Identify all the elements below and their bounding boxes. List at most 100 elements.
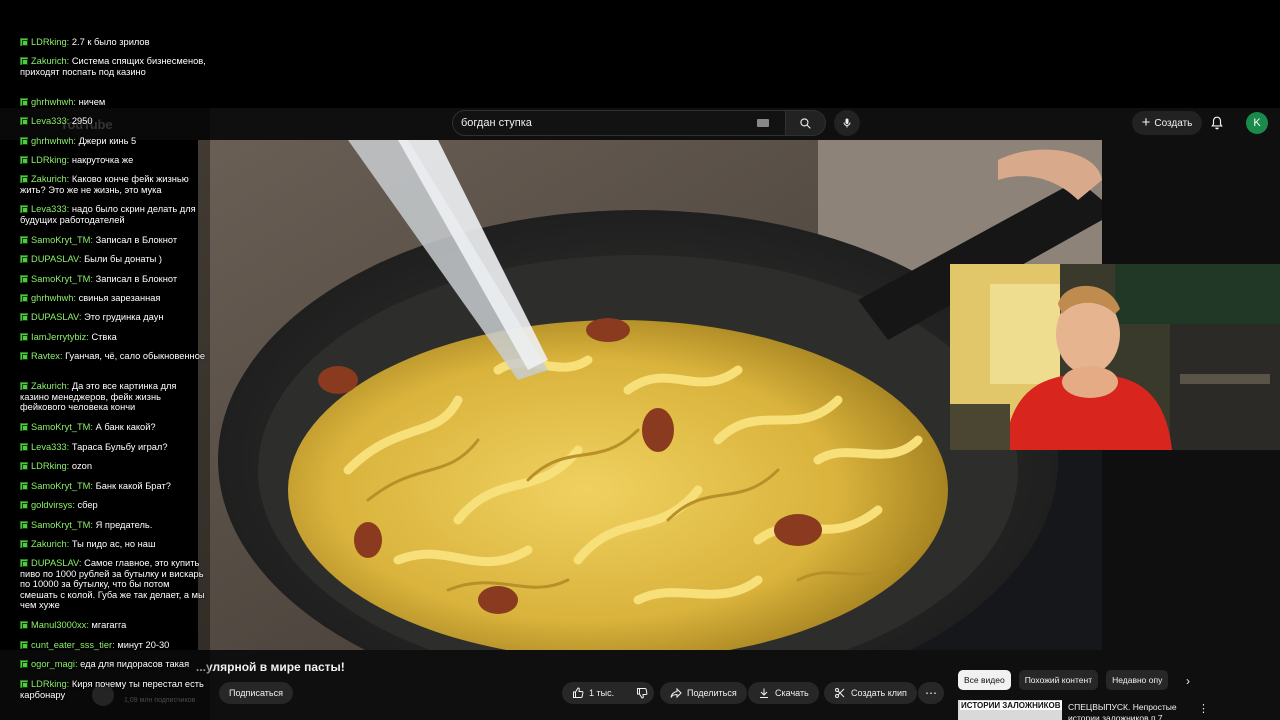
chat-text: А банк какой?: [95, 422, 156, 432]
chat-username[interactable]: SamoKryt_TM: [31, 235, 90, 245]
chat-text: ozon: [71, 461, 92, 471]
subscriber-badge-icon: [20, 137, 28, 145]
chat-username[interactable]: LDRking: [31, 461, 67, 471]
account-avatar[interactable]: K: [1246, 112, 1268, 134]
chat-username[interactable]: ghrhwhwh: [31, 136, 73, 146]
chat-message: SamoKryt_TM: Записал в Блокнот: [20, 235, 206, 246]
chat-message: SamoKryt_TM: Я предатель.: [20, 520, 206, 531]
chat-username[interactable]: goldvirsys: [31, 500, 72, 510]
chat-message: Zakurich: Ты пидо ас, но наш: [20, 539, 206, 550]
share-button[interactable]: Поделиться: [660, 682, 747, 704]
chat-text: Ты пидо ас, но наш: [71, 539, 156, 549]
chat-username[interactable]: Leva333: [31, 204, 67, 214]
chat-message: Zakurich: Система спящих бизнесменов, пр…: [20, 56, 206, 77]
search-button[interactable]: [786, 110, 826, 136]
subscribe-button[interactable]: Подписаться: [219, 682, 293, 704]
subscriber-badge-icon: [20, 501, 28, 509]
subscriber-badge-icon: [20, 236, 28, 244]
chip-related[interactable]: Похожий контент: [1018, 670, 1099, 690]
download-button[interactable]: Скачать: [748, 682, 819, 704]
chat-username[interactable]: ogor_magi: [31, 659, 75, 669]
scissors-icon: [835, 688, 845, 698]
subscriber-badge-icon: [20, 205, 28, 213]
chat-text: Были бы донаты ): [84, 254, 162, 264]
chat-message: Manul3000xx: мгагагга: [20, 620, 206, 631]
chip-all-videos[interactable]: Все видео: [958, 670, 1011, 690]
dislike-icon[interactable]: [636, 687, 648, 699]
chat-message: SamoKryt_TM: Записал в Блокнот: [20, 274, 206, 285]
chat-message: DUPASLAV: Были бы донаты ): [20, 254, 206, 265]
like-icon[interactable]: [572, 687, 584, 699]
subscriber-badge-icon: [20, 255, 28, 263]
notifications-icon[interactable]: [1210, 115, 1224, 131]
search-input[interactable]: богдан ступка: [452, 110, 786, 136]
chat-message: LDRking: Киря почему ты перестал есть ка…: [20, 679, 206, 700]
chat-username[interactable]: LDRking: [31, 37, 67, 47]
clip-button[interactable]: Создать клип: [824, 682, 917, 704]
subscriber-badge-icon: [20, 275, 28, 283]
subscriber-badge-icon: [20, 382, 28, 390]
chat-username[interactable]: LDRking: [31, 155, 67, 165]
recommendation-menu-icon[interactable]: ⋮: [1198, 702, 1209, 715]
chat-message: Ravtex: Гуанчая, чё, сало обыкновенное: [20, 351, 206, 362]
chat-username[interactable]: ghrhwhwh: [31, 293, 73, 303]
chat-username[interactable]: Zakurich: [31, 174, 67, 184]
chat-username[interactable]: Ravtex: [31, 351, 60, 361]
chat-text: Банк какой Брат?: [95, 481, 171, 491]
subscriber-badge-icon: [20, 462, 28, 470]
chat-message: DUPASLAV: Это грудинка даун: [20, 312, 206, 323]
chat-username[interactable]: IamJerrytybiz: [31, 332, 86, 342]
chat-message: ghrhwhwh: свинья зарезанная: [20, 293, 206, 304]
subscriber-badge-icon: [20, 540, 28, 548]
chat-username[interactable]: Leva333: [31, 116, 67, 126]
chat-username[interactable]: Manul3000xx: [31, 620, 86, 630]
chat-username[interactable]: DUPASLAV: [31, 312, 79, 322]
keyboard-icon[interactable]: [757, 119, 769, 127]
create-label: Создать: [1154, 117, 1193, 129]
chat-username[interactable]: SamoKryt_TM: [31, 274, 90, 284]
recommendation-title[interactable]: СПЕЦВЫПУСК. Непростые истории заложников…: [1068, 702, 1192, 720]
chat-text: Записал в Блокнот: [95, 235, 178, 245]
chat-message: Zakurich: Каково конче фейк жизнью жить?…: [20, 174, 206, 195]
chat-text: минут 20-30: [117, 640, 170, 650]
chat-text: еда для пидорасов такая: [80, 659, 190, 669]
voice-search-button[interactable]: [834, 110, 860, 136]
chat-username[interactable]: LDRking: [31, 679, 67, 689]
chat-username[interactable]: DUPASLAV: [31, 558, 79, 568]
subscriber-badge-icon: [20, 660, 28, 668]
plus-icon: +: [1141, 114, 1151, 131]
chat-username[interactable]: SamoKryt_TM: [31, 481, 90, 491]
chat-message: ghrhwhwh: ничем: [20, 97, 206, 108]
chat-username[interactable]: Zakurich: [31, 539, 67, 549]
search-query: богдан ступка: [461, 117, 532, 129]
chip-recently-uploaded[interactable]: Недавно опу: [1106, 670, 1169, 690]
chat-message: ghrhwhwh: Джери кинь 5: [20, 136, 206, 147]
more-actions-button[interactable]: ⋯: [918, 682, 944, 704]
chat-username[interactable]: Zakurich: [31, 56, 67, 66]
chat-text: Это грудинка даун: [84, 312, 164, 322]
share-icon: [670, 687, 682, 699]
chat-message: Leva333: Тараса Бульбу играл?: [20, 442, 206, 453]
chat-username[interactable]: DUPASLAV: [31, 254, 79, 264]
chat-username[interactable]: Zakurich: [31, 381, 67, 391]
create-button[interactable]: + Создать: [1132, 111, 1202, 135]
recommendation-thumbnail[interactable]: ИСТОРИИ ЗАЛОЖНИКОВ: [958, 700, 1062, 720]
streamer-webcam: [950, 264, 1280, 450]
chat-text: свинья зарезанная: [78, 293, 161, 303]
subscriber-badge-icon: [20, 423, 28, 431]
chevron-right-icon[interactable]: ›: [1186, 674, 1190, 688]
chat-username[interactable]: SamoKryt_TM: [31, 422, 90, 432]
chat-message: Leva333: надо было скрин делать для буду…: [20, 204, 206, 225]
chat-message: LDRking: ozon: [20, 461, 206, 472]
chat-username[interactable]: SamoKryt_TM: [31, 520, 90, 530]
subscriber-badge-icon: [20, 98, 28, 106]
chat-text: 2.7 к было зрилов: [71, 37, 150, 47]
chat-message: Leva333: 2950: [20, 116, 206, 127]
chat-username[interactable]: ghrhwhwh: [31, 97, 73, 107]
chat-text: Джери кинь 5: [78, 136, 137, 146]
chat-message: goldvirsys: сбер: [20, 500, 206, 511]
subscriber-badge-icon: [20, 156, 28, 164]
chat-username[interactable]: Leva333: [31, 442, 67, 452]
chat-username[interactable]: cunt_eater_sss_tier: [31, 640, 112, 650]
share-label: Поделиться: [687, 688, 737, 698]
